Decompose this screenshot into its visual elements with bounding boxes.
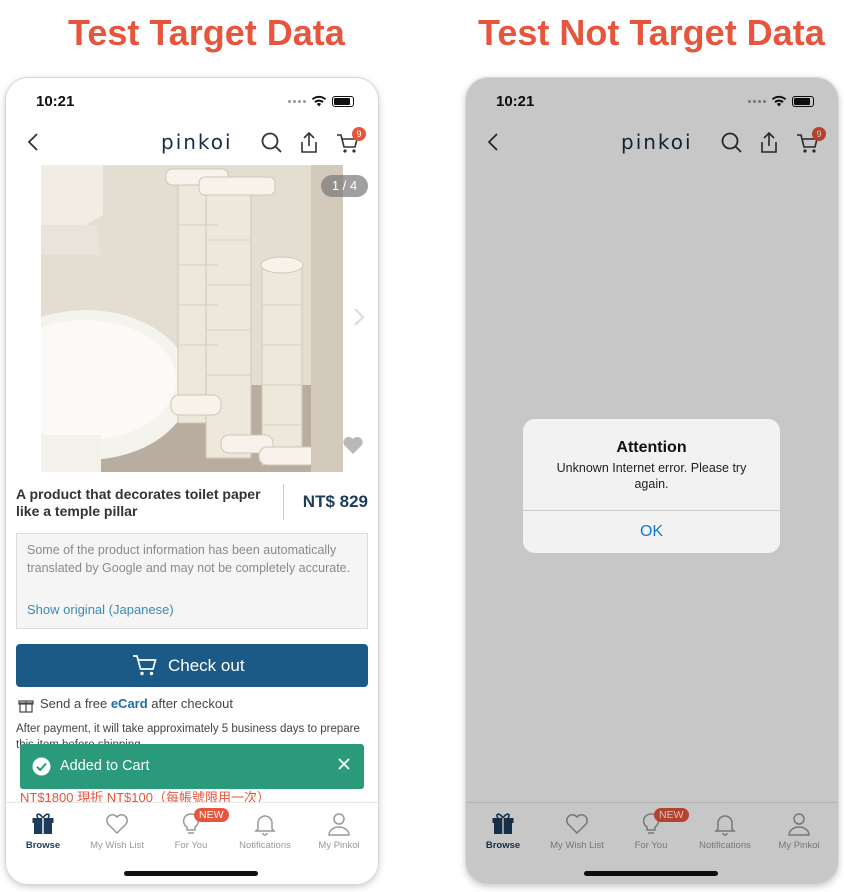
tab-label: My Wish List: [90, 840, 144, 851]
ecard-text: Send a free eCard after checkout: [40, 696, 233, 711]
heart-icon: [106, 814, 128, 835]
product-price: NT$ 829: [302, 492, 368, 511]
bell-icon: [254, 815, 276, 836]
tab-browse[interactable]: Browse: [6, 811, 80, 851]
test-target-heading: Test Target Data: [68, 12, 345, 53]
home-indicator[interactable]: [124, 871, 258, 876]
status-indicators: [288, 95, 354, 107]
product-photo: [41, 165, 343, 472]
share-icon[interactable]: [298, 131, 320, 155]
divider: [523, 510, 780, 511]
tab-label: My Pinkoi: [318, 840, 360, 851]
tab-label: For You: [174, 840, 208, 851]
person-icon: [328, 813, 350, 836]
signal-icon: [288, 99, 306, 103]
bottom-tab-bar: Browse My Wish List NEW For You Notifica…: [6, 802, 378, 884]
cart-count-badge: 9: [352, 127, 366, 141]
new-badge: NEW: [194, 808, 229, 822]
show-original-link[interactable]: Show original (Japanese): [27, 602, 174, 617]
top-navbar: pinkoi 9: [6, 124, 378, 164]
next-image-chevron-icon[interactable]: [352, 306, 366, 328]
tab-for-you[interactable]: NEW For You: [154, 808, 229, 851]
added-to-cart-toast: Added to Cart: [20, 744, 364, 789]
ecard-link[interactable]: eCard: [111, 696, 148, 711]
image-counter: 1 / 4: [321, 175, 368, 197]
tab-label: Notifications: [239, 840, 291, 851]
alert-message: Unknown Internet error. Please try again…: [556, 461, 747, 491]
search-icon[interactable]: [260, 131, 284, 155]
checkout-button[interactable]: Check out: [16, 644, 368, 687]
battery-icon: [332, 95, 354, 107]
product-image[interactable]: [41, 165, 343, 472]
product-title: A product that decorates toilet paper li…: [16, 486, 261, 519]
cart-icon: [133, 655, 157, 676]
gift-icon: [32, 813, 54, 834]
checkout-label: Check out: [168, 656, 245, 675]
status-bar: 10:21: [6, 78, 378, 124]
tab-my-pinkoi[interactable]: My Pinkoi: [302, 811, 376, 851]
phone-not-target-screen: 10:21 pinkoi 9 Browse My Wish List NEW F…: [466, 78, 838, 884]
phone-target-screen: 10:21 pinkoi 9 1 / 4 A product that deco…: [6, 78, 378, 884]
back-chevron-icon[interactable]: [24, 130, 44, 154]
alert-title: Attention: [616, 439, 687, 456]
translation-notice: Some of the product information has been…: [16, 533, 368, 629]
toast-label: Added to Cart: [60, 758, 150, 774]
test-not-target-heading: Test Not Target Data: [478, 12, 825, 53]
tab-notifications[interactable]: Notifications: [228, 811, 302, 851]
close-icon[interactable]: [336, 756, 352, 772]
ok-button[interactable]: OK: [523, 523, 780, 541]
favorite-heart-icon[interactable]: [342, 435, 364, 455]
gift-icon: [18, 700, 34, 713]
status-time: 10:21: [36, 93, 75, 110]
wifi-icon: [311, 95, 327, 107]
cart-button[interactable]: 9: [336, 127, 366, 160]
error-alert-dialog: Attention Unknown Internet error. Please…: [523, 419, 780, 553]
tab-label: Browse: [25, 840, 61, 851]
pinkoi-logo[interactable]: pinkoi: [161, 130, 233, 154]
translation-message: Some of the product information has been…: [27, 543, 351, 575]
product-title-row: A product that decorates toilet paper li…: [16, 480, 368, 524]
divider: [283, 484, 284, 520]
check-circle-icon: [32, 757, 51, 776]
tab-wishlist[interactable]: My Wish List: [80, 811, 154, 851]
